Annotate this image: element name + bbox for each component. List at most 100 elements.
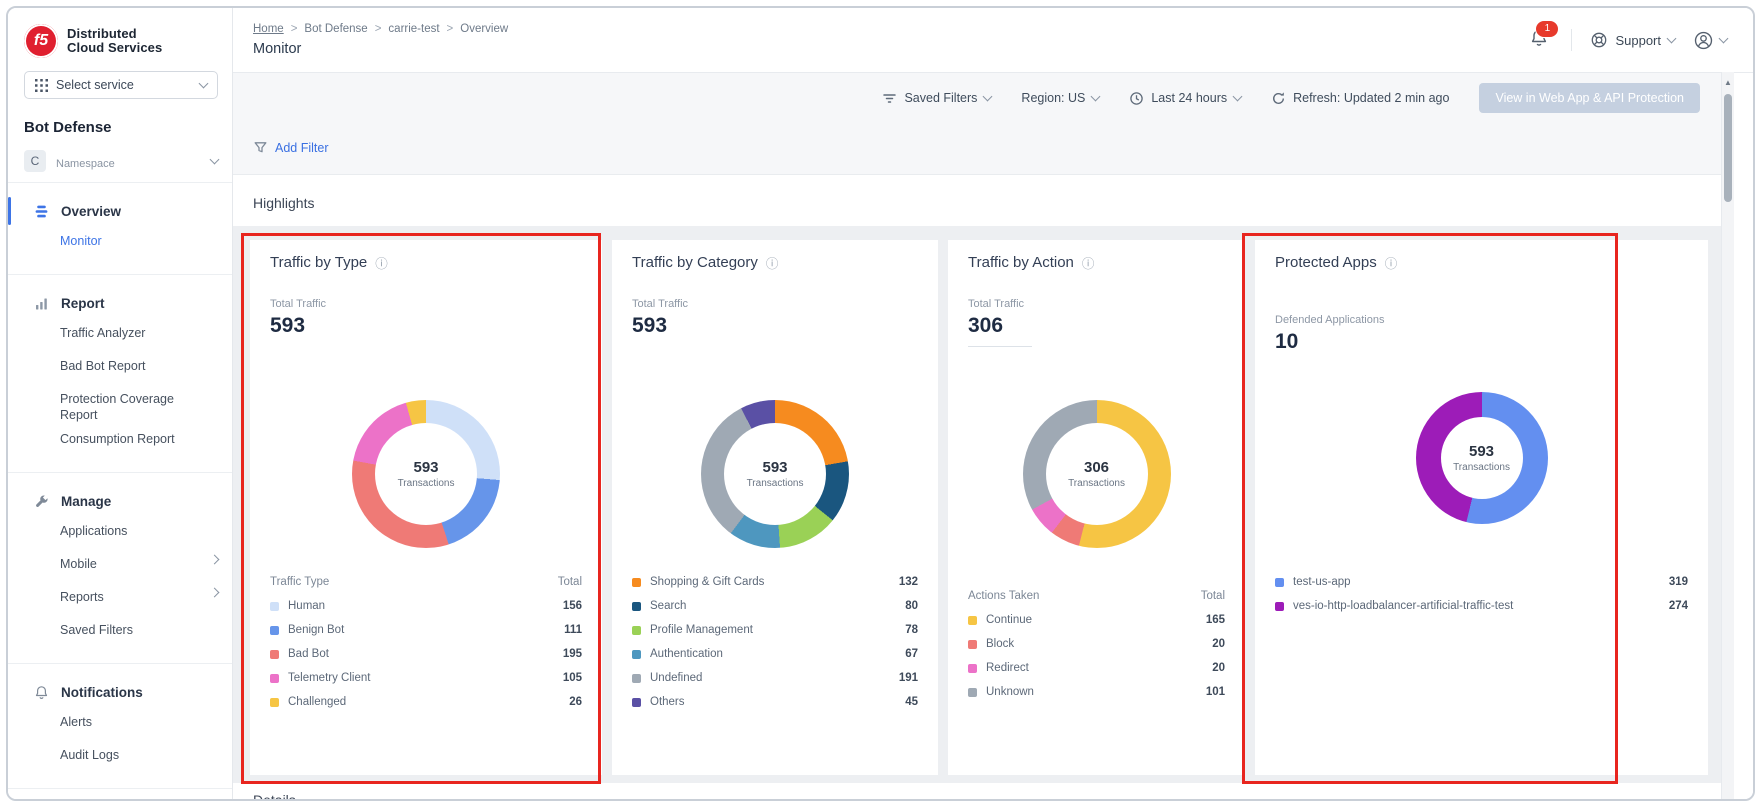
sidebar-item-bad-bot-report[interactable]: Bad Bot Report [8, 354, 232, 387]
sidebar-group-header-workspace-info[interactable]: Workspace Info [8, 799, 232, 801]
legend-item-unknown[interactable]: Unknown101 [968, 680, 1225, 704]
legend-item-value: 156 [563, 600, 582, 612]
legend-item-value: 67 [905, 648, 918, 660]
sidebar-group-report: ReportTraffic AnalyzerBad Bot Report Prot… [8, 274, 232, 472]
legend-item-benign-bot[interactable]: Benign Bot111 [270, 618, 582, 642]
legend-header: Actions TakenTotal [968, 584, 1225, 608]
cards-row: Traffic by TypeⓘTotal Traffic593593Trans… [250, 240, 1708, 775]
legend-item-continue[interactable]: Continue165 [968, 608, 1225, 632]
metric-label: Total Traffic [968, 298, 1032, 310]
info-icon[interactable]: ⓘ [766, 253, 779, 272]
sidebar-item-traffic-analyzer[interactable]: Traffic Analyzer [8, 321, 232, 354]
legend-item-undefined[interactable]: Undefined191 [632, 666, 918, 690]
region-dropdown[interactable]: Region: US [1021, 91, 1099, 105]
legend-item-label: Telemetry Client [288, 672, 563, 684]
legend-item-profile-management[interactable]: Profile Management78 [632, 618, 918, 642]
sidebar-group-header-report[interactable]: Report [8, 285, 232, 321]
metric-label: Defended Applications [1275, 314, 1384, 326]
legend-swatch [270, 602, 279, 611]
donut-chart: 306Transactions [948, 400, 1245, 548]
breadcrumb-item-home[interactable]: Home [253, 23, 284, 35]
sidebar-item-mobile[interactable]: Mobile [8, 552, 232, 585]
sidebar-item-audit-logs[interactable]: Audit Logs [8, 743, 232, 776]
vertical-scrollbar[interactable]: ▲ [1721, 72, 1734, 799]
sidebar-group-label: Overview [61, 204, 121, 219]
legend-item-bad-bot[interactable]: Bad Bot195 [270, 642, 582, 666]
time-range-dropdown[interactable]: Last 24 hours [1129, 91, 1241, 106]
info-icon[interactable]: ⓘ [375, 253, 388, 272]
legend-swatch [1275, 578, 1284, 587]
refresh-icon [1271, 91, 1286, 106]
legend-item-ves-io-http-loadbalancer-artificial-traffic-test[interactable]: ves-io-http-loadbalancer-artificial-traf… [1275, 594, 1688, 618]
sidebar-item-protection-coverage-report[interactable]: Protection Coverage Report [8, 387, 232, 427]
product-title: Bot Defense [24, 119, 216, 136]
legend-swatch [632, 626, 641, 635]
sidebar-group-header-overview[interactable]: Overview [8, 193, 232, 229]
legend-item-challenged[interactable]: Challenged26 [270, 690, 582, 714]
scrollbar-thumb[interactable] [1724, 94, 1732, 202]
sidebar-item-label: Mobile [60, 556, 211, 572]
legend-item-authentication[interactable]: Authentication67 [632, 642, 918, 666]
legend-item-block[interactable]: Block20 [968, 632, 1225, 656]
sidebar-item-alerts[interactable]: Alerts [8, 710, 232, 743]
donut-center-value: 593 [413, 459, 438, 476]
sidebar-item-monitor[interactable]: Monitor [8, 229, 232, 262]
legend-item-search[interactable]: Search80 [632, 594, 918, 618]
legend-item-label: Search [650, 600, 905, 612]
scrollbar-up-arrow[interactable]: ▲ [1724, 78, 1732, 87]
donut-ring[interactable]: 593Transactions [701, 400, 849, 548]
namespace-selector[interactable]: C Namespace [24, 150, 218, 182]
legend-item-human[interactable]: Human156 [270, 594, 582, 618]
legend-item-shopping-gift-cards[interactable]: Shopping & Gift Cards132 [632, 570, 918, 594]
header-divider [1571, 29, 1572, 51]
donut-chart: 593Transactions [250, 400, 602, 548]
sidebar-group-header-manage[interactable]: Manage [8, 483, 232, 519]
add-filter-button[interactable]: Add Filter [253, 140, 329, 155]
legend-item-test-us-app[interactable]: test-us-app319 [1275, 570, 1688, 594]
breadcrumb-item-carrie-test[interactable]: carrie-test [388, 23, 439, 35]
sidebar-item-label: Protection Coverage Report [60, 391, 218, 423]
breadcrumb-item-overview[interactable]: Overview [460, 23, 508, 35]
notifications-button[interactable]: 1 [1525, 24, 1553, 57]
breadcrumb-item-bot-defense[interactable]: Bot Defense [304, 23, 367, 35]
info-icon[interactable]: ⓘ [1082, 253, 1095, 272]
legend-header-right: Total [558, 576, 582, 588]
namespace-label: Namespace [56, 152, 201, 170]
donut-chart: 593Transactions [612, 400, 938, 548]
donut-chart: 593Transactions [1255, 392, 1708, 524]
sidebar-item-reports[interactable]: Reports [8, 585, 232, 618]
legend-header: Traffic TypeTotal [270, 570, 582, 594]
donut-center-sublabel: Transactions [1453, 462, 1510, 473]
legend-item-label: Others [650, 696, 905, 708]
info-icon[interactable]: ⓘ [1385, 253, 1398, 272]
sidebar-group-header-notifications[interactable]: Notifications [8, 674, 232, 710]
donut-center-label: 593Transactions [352, 400, 500, 548]
legend-item-redirect[interactable]: Redirect20 [968, 656, 1225, 680]
legend-swatch [270, 698, 279, 707]
user-menu[interactable] [1693, 30, 1727, 51]
donut-ring[interactable]: 593Transactions [352, 400, 500, 548]
saved-filters-dropdown[interactable]: Saved Filters [882, 91, 991, 106]
chevron-down-icon [1667, 34, 1677, 44]
sidebar-item-consumption-report[interactable]: Consumption Report [8, 427, 232, 460]
legend-item-others[interactable]: Others45 [632, 690, 918, 714]
refresh-button[interactable]: Refresh: Updated 2 min ago [1271, 91, 1449, 106]
legend-swatch [632, 650, 641, 659]
brand-name: Distributed Cloud Services [67, 27, 162, 55]
sidebar-item-saved-filters[interactable]: Saved Filters [8, 618, 232, 651]
legend-swatch [632, 578, 641, 587]
legend-item-telemetry-client[interactable]: Telemetry Client105 [270, 666, 582, 690]
legend-item-label: Block [986, 638, 1212, 650]
donut-ring[interactable]: 593Transactions [1416, 392, 1548, 524]
legend-item-label: Challenged [288, 696, 569, 708]
legend-item-value: 20 [1212, 638, 1225, 650]
view-in-wapi-button[interactable]: View in Web App & API Protection [1479, 83, 1700, 113]
sidebar-item-applications[interactable]: Applications [8, 519, 232, 552]
sidebar-item-label: Monitor [60, 233, 218, 249]
support-menu[interactable]: Support [1590, 31, 1675, 49]
select-service-dropdown[interactable]: Select service [24, 71, 218, 99]
card-legend: Shopping & Gift Cards132Search80Profile … [632, 570, 918, 714]
card-title: Traffic by Typeⓘ [270, 253, 388, 272]
donut-ring[interactable]: 306Transactions [1023, 400, 1171, 548]
app-window: f5 Distributed Cloud Services Select ser… [6, 6, 1755, 801]
